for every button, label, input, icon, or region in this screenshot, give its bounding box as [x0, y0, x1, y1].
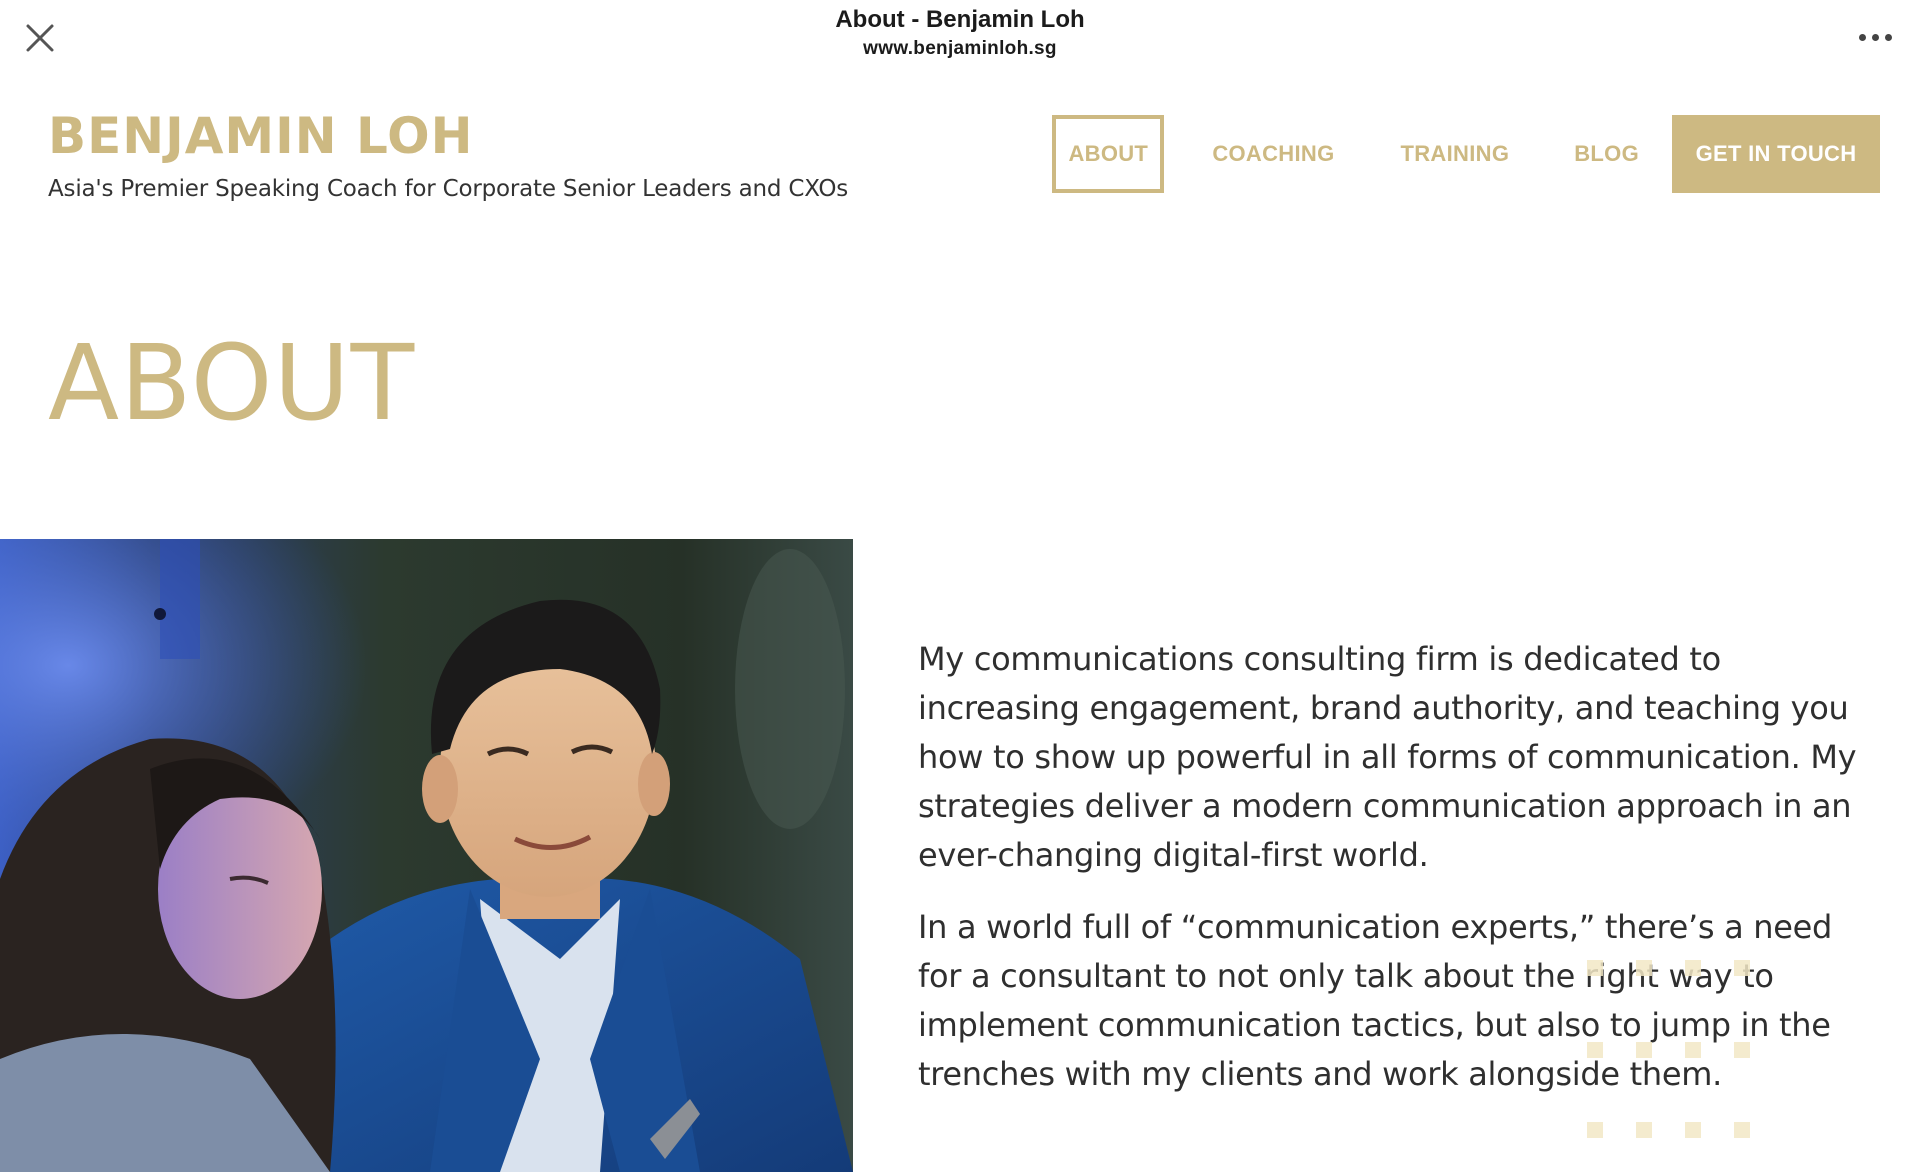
site-branding: BENJAMIN LOH Asia's Premier Speaking Coa… [48, 108, 848, 202]
about-paragraph-1: My communications consulting firm is ded… [918, 640, 1857, 874]
site-logo[interactable]: BENJAMIN LOH [48, 108, 848, 164]
main-navigation: ABOUT COACHING TRAINING BLOG GET IN TOUC… [1052, 115, 1880, 193]
site-tagline: Asia's Premier Speaking Coach for Corpor… [48, 176, 849, 202]
nav-item-coaching[interactable]: COACHING [1212, 115, 1334, 193]
nav-item-about[interactable]: ABOUT [1052, 115, 1165, 193]
more-options-button[interactable] [1850, 22, 1900, 52]
about-paragraph-2: In a world full of “communication expert… [918, 908, 1833, 1093]
about-description: My communications consulting firm is ded… [918, 635, 1878, 1099]
page-title: ABOUT [48, 322, 416, 444]
get-in-touch-button[interactable]: GET IN TOUCH [1672, 115, 1880, 193]
page: About - Benjamin Loh www.benjaminloh.sg … [0, 0, 1920, 1172]
nav-item-training[interactable]: TRAINING [1401, 115, 1510, 193]
browser-url[interactable]: www.benjaminloh.sg [0, 38, 1920, 60]
photo-illustration [0, 539, 853, 1172]
nav-item-blog[interactable]: BLOG [1574, 115, 1639, 193]
more-horizontal-icon [1858, 33, 1866, 41]
browser-page-title: About - Benjamin Loh [835, 6, 1085, 33]
about-photo [0, 539, 853, 1172]
browser-top-bar: About - Benjamin Loh www.benjaminloh.sg [0, 0, 1920, 72]
